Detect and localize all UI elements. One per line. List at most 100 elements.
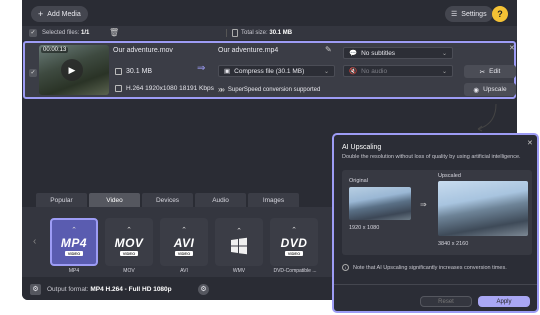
compress-value: Compress file (30.1 MB) <box>234 67 305 75</box>
speaker-muted-icon: 🔇 <box>349 68 358 75</box>
format-logo-sub: VIDEO <box>119 251 139 256</box>
settings-label: Settings <box>461 10 487 18</box>
audio-dropdown[interactable]: 🔇 No audio ⌄ <box>343 65 453 77</box>
comparison-box: Original 1920 x 1080 ⇒ Upscaled 3840 x 2… <box>342 170 532 255</box>
speech-bubble-icon: 💬 <box>349 50 358 57</box>
file-size-icon <box>232 29 238 37</box>
apply-button[interactable]: Apply <box>478 296 530 307</box>
output-format-text: Output format: MP4 H.264 - Full HD 1080p <box>47 286 172 293</box>
rename-pencil-icon[interactable]: ✎ <box>325 45 332 54</box>
format-logo: MP4 <box>60 236 88 250</box>
source-size: 30.1 MB <box>115 68 152 75</box>
edit-button[interactable]: ✂ Edit <box>464 65 516 78</box>
chevron-down-icon: ⌄ <box>323 68 329 75</box>
total-size-value: 30.1 MB <box>269 30 293 36</box>
trash-icon[interactable]: 🗑 <box>109 28 119 38</box>
format-logo-sub: VIDEO <box>174 251 194 256</box>
tab-devices[interactable]: Devices <box>142 193 193 207</box>
panel-description: Double the resolution without loss of qu… <box>342 154 521 160</box>
superspeed-text: SuperSpeed conversion supported <box>227 86 321 93</box>
gear-icon[interactable]: ⚙ <box>198 284 209 295</box>
selected-files-text: Selected files: 1/1 <box>42 30 89 36</box>
total-size-label: Total size: <box>241 30 268 36</box>
chevron-down-icon: ⌄ <box>441 68 447 75</box>
select-all-checkbox[interactable]: ✓ <box>29 29 37 37</box>
windows-logo-icon <box>231 237 247 255</box>
play-icon[interactable]: ▶ <box>61 59 83 81</box>
format-tile-wmv[interactable]: ⌃ <box>215 218 263 266</box>
duration-badge: 00:00:13 <box>41 47 69 53</box>
callout-arrow-icon <box>477 103 497 132</box>
close-icon[interactable]: ✕ <box>527 139 533 147</box>
format-tile-mov[interactable]: ⌃ MOV VIDEO <box>105 218 153 266</box>
source-filename: Our adventure.mov <box>113 47 173 54</box>
add-media-label: Add Media <box>47 10 81 18</box>
original-label: Original <box>349 178 368 184</box>
tab-images[interactable]: Images <box>248 193 299 207</box>
source-codec: H.264 1920x1080 18191 Kbps <box>115 85 214 92</box>
superspeed-icon: »» <box>218 85 225 94</box>
file-icon <box>115 68 122 75</box>
ai-icon: ◉ <box>473 86 480 94</box>
format-tile-dvd[interactable]: ⌃ DVD VIDEO <box>270 218 318 266</box>
format-logo-sub: VIDEO <box>64 251 84 256</box>
convert-arrow-icon: ⇒ <box>197 63 206 74</box>
close-icon[interactable]: ✕ <box>509 44 515 52</box>
format-label: MOV <box>123 268 135 274</box>
format-logo: MOV <box>114 236 144 250</box>
upscaled-resolution: 3840 x 2160 <box>438 241 469 247</box>
video-thumbnail[interactable]: 00:00:13 ▶ <box>39 45 109 95</box>
file-checkbox[interactable]: ✓ <box>29 69 37 77</box>
total-size-text: Total size: 30.1 MB <box>241 30 292 36</box>
compress-icon: ▣ <box>224 68 231 75</box>
caret-up-icon: ⌃ <box>236 228 242 235</box>
subtitles-value: No subtitles <box>361 49 396 57</box>
original-preview-image <box>349 187 411 220</box>
format-logo: AVI <box>173 236 195 250</box>
caret-up-icon: ⌃ <box>291 227 297 234</box>
panel-title: AI Upscaling <box>342 144 382 151</box>
tab-audio[interactable]: Audio <box>195 193 246 207</box>
reset-button[interactable]: Reset <box>420 296 472 307</box>
add-media-button[interactable]: + Add Media <box>31 6 88 22</box>
top-toolbar: + Add Media ☰ Settings ? <box>22 0 517 26</box>
output-filename[interactable]: Our adventure.mp4 <box>218 47 278 54</box>
file-row[interactable]: ✓ 00:00:13 ▶ Our adventure.mov 30.1 MB H… <box>23 41 516 99</box>
divider <box>334 284 537 285</box>
panel-note: i Note that AI Upscaling significantly i… <box>342 264 507 271</box>
selected-files-value: 1/1 <box>81 30 90 36</box>
output-format-label: Output format: <box>47 286 89 293</box>
format-label: AVI <box>180 268 188 274</box>
selection-info-bar: ✓ Selected files: 1/1 🗑 Total size: 30.1… <box>22 26 517 40</box>
sliders-icon: ☰ <box>451 11 458 18</box>
film-icon <box>115 85 122 92</box>
chevron-left-icon[interactable]: ‹ <box>33 236 36 247</box>
source-size-value: 30.1 MB <box>126 68 153 75</box>
settings-button[interactable]: ☰ Settings <box>445 6 493 22</box>
plus-icon: + <box>38 9 44 19</box>
upscale-label: Upscale <box>483 86 507 93</box>
chevron-down-icon: ⌄ <box>441 50 447 57</box>
edit-label: Edit <box>489 68 501 75</box>
source-codec-value: H.264 1920x1080 18191 Kbps <box>126 85 214 92</box>
help-button[interactable]: ? <box>492 6 508 22</box>
format-tile-mp4[interactable]: ⌃ MP4 VIDEO <box>50 218 98 266</box>
tab-video[interactable]: Video <box>89 193 140 207</box>
format-tile-avi[interactable]: ⌃ AVI VIDEO <box>160 218 208 266</box>
caret-up-icon: ⌃ <box>181 227 187 234</box>
selected-files-label: Selected files: <box>42 30 80 36</box>
tab-popular[interactable]: Popular <box>36 193 87 207</box>
arrow-right-icon: ⇒ <box>420 200 427 209</box>
upscaled-label: Upscaled <box>438 173 461 179</box>
format-tabs: Popular Video Devices Audio Images <box>36 193 356 207</box>
upscaled-preview-image <box>438 181 528 236</box>
superspeed-note: »» SuperSpeed conversion supported <box>218 85 320 94</box>
scissors-icon: ✂ <box>479 68 486 76</box>
upscale-button[interactable]: ◉ Upscale <box>464 83 516 96</box>
format-label: WMV <box>232 268 246 274</box>
compress-dropdown[interactable]: ▣ Compress file (30.1 MB) ⌄ <box>218 65 335 77</box>
output-settings-icon[interactable]: ⚙ <box>30 284 41 295</box>
format-label: DVD-Compatible ... <box>273 268 317 274</box>
original-resolution: 1920 x 1080 <box>349 225 380 231</box>
subtitles-dropdown[interactable]: 💬 No subtitles ⌄ <box>343 47 453 59</box>
